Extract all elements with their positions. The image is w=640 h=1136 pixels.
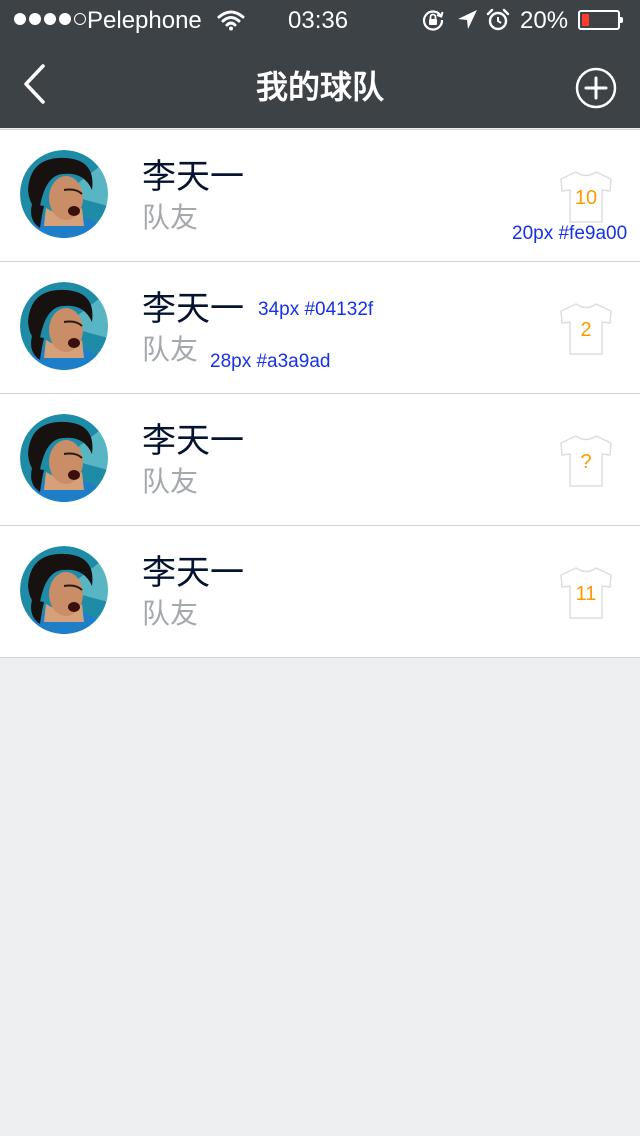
plus-circle-icon xyxy=(575,67,617,109)
member-role: 队友 xyxy=(142,597,199,630)
location-icon xyxy=(458,10,477,29)
team-member-list: 李天一 队友 10 20px #fe9a00 李天一 队友 2 34px #04… xyxy=(0,129,640,658)
member-avatar xyxy=(20,150,108,238)
rotation-lock-icon xyxy=(422,10,444,31)
member-avatar xyxy=(20,414,108,502)
member-role: 队友 xyxy=(142,333,199,366)
battery-percent: 20% xyxy=(520,7,569,34)
battery-icon xyxy=(578,10,623,30)
jersey-number: 10 xyxy=(574,187,598,209)
member-row[interactable]: 李天一 队友 11 xyxy=(0,526,640,658)
wifi-icon xyxy=(217,10,245,31)
signal-strength-icon xyxy=(14,13,86,25)
navigation-bar: 我的球队 xyxy=(0,40,640,128)
add-member-button[interactable] xyxy=(575,67,617,109)
signal-dot-empty xyxy=(74,13,86,25)
battery-level xyxy=(582,14,589,26)
member-role: 队友 xyxy=(142,465,199,498)
signal-dot xyxy=(59,13,71,25)
signal-dot xyxy=(44,13,56,25)
status-bar: Pelephone 03:36 20% xyxy=(0,0,640,40)
carrier-name: Pelephone xyxy=(87,7,202,34)
top-bar: Pelephone 03:36 20% 我的球队 xyxy=(0,0,640,128)
jersey-number: 2 xyxy=(580,319,592,341)
member-avatar xyxy=(20,282,108,370)
member-name: 李天一 xyxy=(142,157,244,197)
alarm-icon xyxy=(486,8,510,31)
jersey-number: ? xyxy=(580,451,592,473)
member-name: 李天一 xyxy=(142,289,244,329)
signal-dot xyxy=(29,13,41,25)
jersey-number: 11 xyxy=(575,583,597,605)
signal-dot xyxy=(14,13,26,25)
member-name: 李天一 xyxy=(142,421,244,461)
member-row[interactable]: 李天一 队友 2 34px #04132f 28px #a3a9ad xyxy=(0,262,640,394)
member-row[interactable]: 李天一 队友 10 20px #fe9a00 xyxy=(0,129,640,262)
member-row[interactable]: 李天一 队友 ? xyxy=(0,394,640,526)
member-role: 队友 xyxy=(142,201,199,234)
page-title: 我的球队 xyxy=(255,68,384,106)
member-avatar xyxy=(20,546,108,634)
number-style-annotation: 20px #fe9a00 xyxy=(512,223,628,244)
status-time: 03:36 xyxy=(288,7,349,34)
role-style-annotation: 28px #a3a9ad xyxy=(210,351,331,372)
member-name: 李天一 xyxy=(142,553,244,593)
name-style-annotation: 34px #04132f xyxy=(258,299,374,320)
